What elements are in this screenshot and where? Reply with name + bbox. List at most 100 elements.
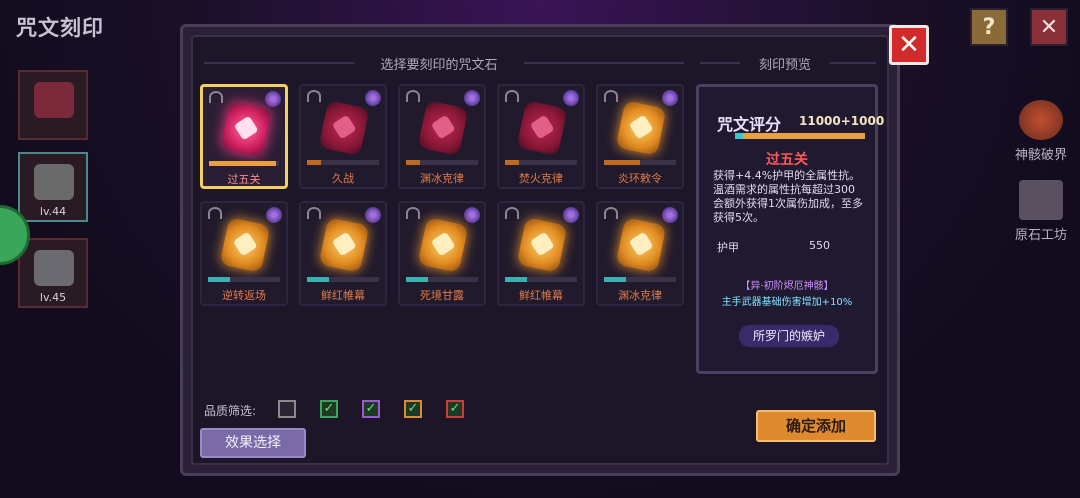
runestone-progress-fill — [209, 161, 276, 166]
gauntlet-icon — [34, 250, 74, 286]
runestone-card[interactable]: 炎环敕令 — [596, 84, 684, 189]
flame-icon — [662, 90, 678, 106]
runestone-card[interactable]: 鲜红帷幕 — [497, 201, 585, 306]
stat-value: 550 — [809, 239, 830, 252]
runestone-progress-fill — [505, 160, 520, 165]
lock-icon — [307, 90, 321, 102]
flame-icon — [563, 90, 579, 106]
runestone-name: 炎环敕令 — [618, 172, 662, 185]
effect-select-button[interactable]: 效果选择 — [200, 428, 306, 458]
flame-icon — [464, 207, 480, 223]
runestone-progress-fill — [604, 277, 626, 282]
runestone-name: 过五关 — [227, 173, 261, 186]
runestone-card[interactable]: 过五关 — [200, 84, 288, 189]
confirm-add-button[interactable]: 确定添加 — [756, 410, 876, 442]
runestone-card[interactable]: 久战 — [299, 84, 387, 189]
side-slot-3[interactable]: lv.45 — [18, 238, 88, 308]
runestone-card[interactable]: 逆转返场 — [200, 201, 288, 306]
runestone-progress — [208, 277, 280, 282]
runestone-icon — [318, 217, 370, 273]
flame-icon — [365, 90, 381, 106]
quality-checkbox[interactable] — [278, 400, 296, 418]
runestone-name: 渊冰克律 — [420, 172, 464, 185]
preview-description: 获得+4.4%护甲的全属性抗。温酒需求的属性抗每超过300会额外获得1次属伤加成… — [713, 169, 863, 224]
help-button[interactable]: ? — [970, 8, 1008, 46]
runestone-progress-fill — [208, 277, 230, 282]
top-close-button[interactable]: ✕ — [1030, 8, 1068, 46]
lock-icon — [604, 90, 618, 102]
divider — [830, 62, 876, 64]
runestone-progress-fill — [406, 160, 421, 165]
set-name: 【异·初阶烬厄神骸】 — [740, 281, 834, 292]
preview-title: 咒文评分 — [717, 115, 782, 134]
set-item-label[interactable]: 所罗门的嫉妒 — [739, 325, 839, 347]
preview-panel: 咒文评分 11000+1000 过五关 获得+4.4%护甲的全属性抗。温酒需求的… — [696, 84, 884, 374]
flame-icon — [265, 91, 281, 107]
runestone-card[interactable]: 鲜红帷幕 — [299, 201, 387, 306]
runestone-name: 鲜红帷幕 — [519, 289, 563, 302]
runestone-progress — [604, 277, 676, 282]
quality-checkbox[interactable]: ✓ — [362, 400, 380, 418]
anvil-icon — [1019, 180, 1063, 220]
lock-icon — [406, 90, 420, 102]
side-slot-2[interactable]: lv.44 — [18, 152, 88, 222]
quality-checkbox[interactable]: ✓ — [446, 400, 464, 418]
runestone-icon — [220, 101, 272, 157]
runestone-card[interactable]: 焚火克律 — [497, 84, 585, 189]
score-bar — [735, 133, 865, 139]
runestone-progress — [307, 277, 379, 282]
feature-shenhai[interactable]: 神骸破界 — [1006, 100, 1076, 163]
runestone-name: 久战 — [332, 172, 354, 185]
runestone-icon — [417, 217, 469, 273]
flame-icon — [266, 207, 282, 223]
runestone-name: 死境甘露 — [420, 289, 464, 302]
runestone-card[interactable]: 渊冰克律 — [398, 84, 486, 189]
select-header: 选择要刻印的咒文石 — [380, 58, 498, 73]
feature-workshop[interactable]: 原石工坊 — [1006, 180, 1076, 243]
runestone-progress — [505, 277, 577, 282]
lock-icon — [307, 207, 321, 219]
stat-label: 护甲 — [717, 241, 739, 254]
skull-icon — [1019, 100, 1063, 140]
side-slot-level: lv.44 — [39, 205, 67, 218]
quality-checkbox[interactable]: ✓ — [320, 400, 338, 418]
feature-label: 神骸破界 — [1014, 148, 1067, 163]
lock-icon — [209, 91, 223, 103]
flame-icon — [365, 207, 381, 223]
runestone-progress — [209, 161, 279, 166]
runestone-icon — [615, 217, 667, 273]
runestone-icon — [318, 100, 370, 156]
lock-icon — [505, 207, 519, 219]
feature-label: 原石工坊 — [1014, 228, 1067, 243]
runestone-progress — [505, 160, 577, 165]
runestone-name: 渊冰克律 — [618, 289, 662, 302]
runestone-icon — [516, 100, 568, 156]
runestone-progress-fill — [307, 160, 322, 165]
runestone-progress-fill — [307, 277, 329, 282]
side-slot-1[interactable] — [18, 70, 88, 140]
runestone-card[interactable]: 死境甘露 — [398, 201, 486, 306]
flame-icon — [563, 207, 579, 223]
quality-filter-label: 品质筛选: — [204, 404, 257, 418]
runestone-card[interactable]: 渊冰克律 — [596, 201, 684, 306]
page-title: 咒文刻印 — [16, 16, 104, 40]
runestone-icon — [417, 100, 469, 156]
runestone-icon — [615, 100, 667, 156]
runestone-progress — [406, 160, 478, 165]
divider — [204, 62, 354, 64]
runestone-name: 焚火克律 — [519, 172, 563, 185]
preview-header: 刻印预览 — [758, 58, 811, 73]
lock-icon — [604, 207, 618, 219]
runestone-progress — [604, 160, 676, 165]
flame-icon — [662, 207, 678, 223]
lock-icon — [208, 207, 222, 219]
side-slot-level: lv.45 — [39, 291, 67, 304]
divider — [700, 62, 740, 64]
runestone-name: 逆转返场 — [222, 289, 266, 302]
panel-close-button[interactable]: ✕ — [889, 25, 929, 65]
quality-checkbox[interactable]: ✓ — [404, 400, 422, 418]
lock-icon — [505, 90, 519, 102]
flame-icon — [464, 90, 480, 106]
set-effect: 主手武器基础伤害增加+10% — [721, 297, 853, 308]
divider — [524, 62, 684, 64]
